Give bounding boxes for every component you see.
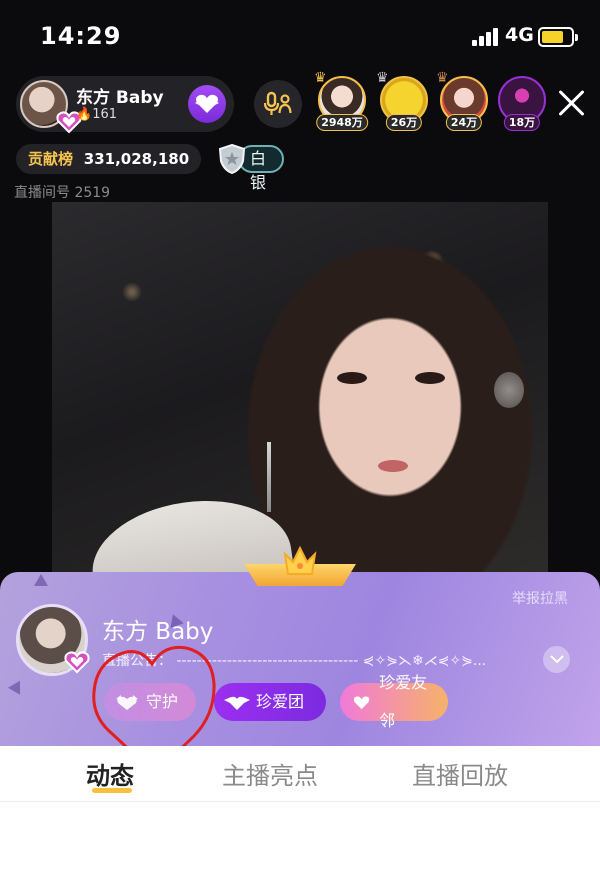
- neighbor-button[interactable]: 珍爱友邻: [340, 673, 448, 730]
- status-bar: 14:29 4G: [0, 0, 600, 72]
- battery-icon: [538, 27, 578, 47]
- notice-text: ------------------------------------ ⋞✧⋟…: [176, 653, 487, 669]
- anchor-name: 东方 Baby: [102, 619, 214, 645]
- live-video-stream[interactable]: [52, 202, 548, 580]
- battery-fill: [542, 31, 563, 43]
- close-icon[interactable]: [552, 84, 590, 122]
- expand-notice-button[interactable]: [543, 646, 570, 673]
- contribution-rank-button[interactable]: 贡献榜 331,028,180: [16, 144, 202, 174]
- viewer-count: 2948万: [316, 114, 368, 131]
- contribution-value: 331,028,180: [83, 150, 190, 168]
- neighbor-label: 珍爱友邻: [379, 673, 428, 730]
- follow-button[interactable]: [188, 85, 226, 123]
- heart-icon: [353, 696, 370, 710]
- heart-level-badge-icon: [64, 651, 90, 674]
- status-time: 14:29: [40, 22, 122, 50]
- heart-icon: [195, 94, 219, 113]
- tab-dynamics[interactable]: 动态: [86, 756, 134, 791]
- shield-icon: [218, 144, 246, 174]
- viewer-count: 26万: [385, 114, 423, 131]
- crown-icon: [283, 545, 317, 575]
- decor-triangle: [7, 677, 27, 695]
- winged-heart-icon: [224, 696, 250, 710]
- host-fans-count: 161: [92, 107, 118, 122]
- guard-crown-tab[interactable]: [244, 544, 356, 588]
- top-viewer-3[interactable]: ♛ 24万: [436, 70, 490, 132]
- host-fans: 🔥161: [76, 107, 117, 122]
- top-viewer-2[interactable]: ♛ 26万: [376, 70, 430, 132]
- live-notice[interactable]: 直播公告： ----------------------------------…: [102, 650, 522, 670]
- tab-content-area: [0, 802, 600, 896]
- top-viewer-1[interactable]: ♛ 2948万: [314, 70, 368, 132]
- guard-icon: [116, 695, 138, 710]
- report-block-link[interactable]: 举报拉黑: [512, 588, 568, 608]
- viewer-count: 18万: [503, 114, 541, 131]
- tab-replays[interactable]: 直播回放: [412, 756, 508, 791]
- flame-icon: 🔥: [76, 107, 93, 122]
- contribution-label: 贡献榜: [28, 150, 74, 168]
- tab-highlights[interactable]: 主播亮点: [222, 756, 318, 791]
- video-background: [494, 372, 524, 408]
- fan-club-button[interactable]: 珍爱团: [214, 683, 326, 721]
- viewer-count: 24万: [445, 114, 483, 131]
- mic-connect-button[interactable]: [254, 80, 302, 128]
- guard-button[interactable]: 守护: [104, 683, 196, 721]
- active-tab-indicator: [92, 788, 132, 793]
- profile-tabs: 动态 主播亮点 直播回放: [0, 746, 600, 802]
- chevron-down-icon: [549, 655, 564, 664]
- silver-rank-badge[interactable]: 白银: [218, 142, 284, 192]
- decor-triangle: [34, 574, 48, 586]
- fan-club-label: 珍爱团: [256, 692, 305, 711]
- host-name: 东方 Baby: [76, 88, 164, 108]
- signal-icon: [472, 28, 500, 46]
- host-info-pill[interactable]: 东方 Baby 🔥161: [16, 76, 234, 134]
- room-number: 直播间号 2519: [14, 185, 111, 201]
- top-viewer-4[interactable]: 18万: [496, 76, 548, 132]
- notice-label: 直播公告：: [102, 653, 172, 669]
- guard-label: 守护: [146, 692, 179, 711]
- network-type: 4G: [505, 24, 534, 46]
- video-figure: [337, 372, 447, 386]
- video-figure: [267, 442, 271, 512]
- mic-icon: [263, 91, 292, 115]
- crown-icon: ♛: [436, 70, 449, 86]
- crown-icon: ♛: [376, 70, 389, 86]
- video-figure: [378, 460, 408, 472]
- crown-icon: ♛: [314, 70, 327, 86]
